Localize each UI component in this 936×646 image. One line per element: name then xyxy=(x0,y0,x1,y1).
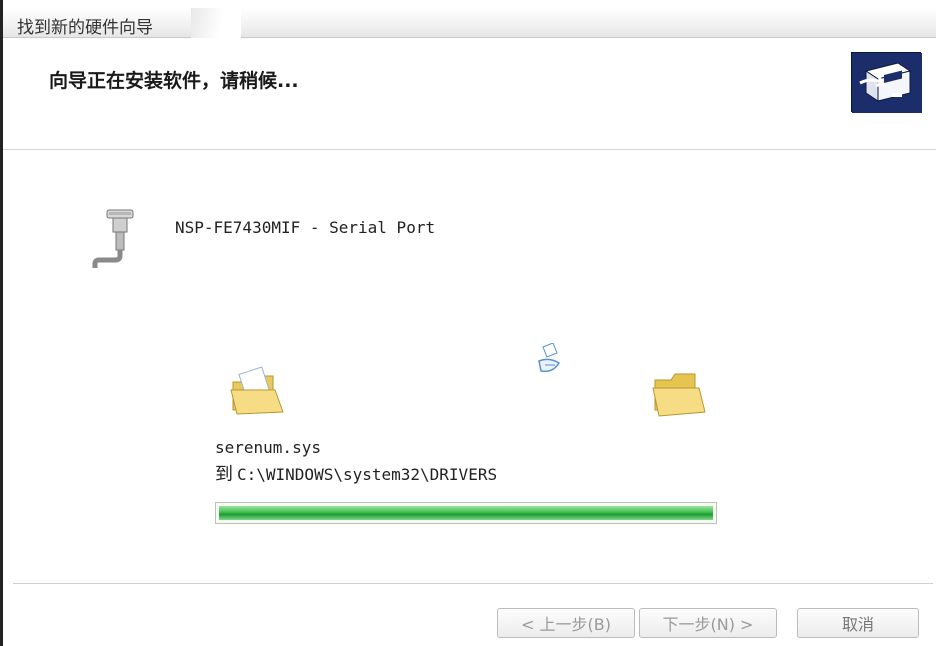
folder-icon xyxy=(652,373,706,417)
device-name: NSP-FE7430MIF - Serial Port xyxy=(175,218,436,237)
cancel-button[interactable]: 取消 xyxy=(797,608,919,638)
destination-prefix: 到 xyxy=(215,464,233,485)
window-title: 找到新的硬件向导 xyxy=(17,18,153,38)
destination-path: C:\WINDOWS\system32\DRIVERS xyxy=(237,465,498,484)
open-folder-icon xyxy=(230,366,284,415)
copy-file-name: serenum.sys xyxy=(215,438,321,457)
title-bar[interactable]: 找到新的硬件向导 xyxy=(3,8,936,38)
progress-fill xyxy=(219,506,713,520)
back-button[interactable]: < 上一步(B) xyxy=(497,608,635,638)
hardware-wizard-icon xyxy=(851,52,922,113)
serial-port-icon xyxy=(92,209,134,268)
copy-destination: 到 C:\WINDOWS\system32\DRIVERS xyxy=(215,460,497,486)
window-top-edge xyxy=(3,0,936,8)
page-heading: 向导正在安装软件，请稍候... xyxy=(49,70,299,92)
copy-progress-bar xyxy=(215,502,717,524)
wizard-window: 找到新的硬件向导 向导正在安装软件，请稍候... NSP-FE7430MIF -… xyxy=(0,0,936,646)
footer-divider xyxy=(13,583,933,584)
wizard-header: 向导正在安装软件，请稍候... xyxy=(3,38,936,150)
title-tab-edge xyxy=(191,8,241,38)
next-button[interactable]: 下一步(N) > xyxy=(639,608,777,638)
file-icon xyxy=(538,343,561,373)
